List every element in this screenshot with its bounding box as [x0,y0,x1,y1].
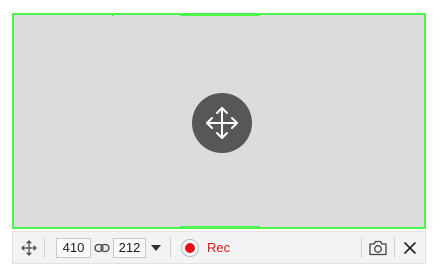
height-input[interactable]: 212 [113,237,146,258]
camera-icon [369,240,387,255]
separator [44,237,45,258]
close-button[interactable] [395,232,425,263]
four-way-arrow-icon [206,107,238,139]
record-dot-icon [181,238,199,257]
separator [170,237,171,258]
record-button[interactable]: Rec [181,232,234,263]
top-resize-handle-left[interactable] [112,13,114,16]
recorder-toolbar: 410 212 Rec [12,231,426,264]
four-way-arrow-icon [20,239,37,256]
drag-toolbar-button[interactable] [13,232,44,263]
caret-down-icon [151,244,161,251]
capture-region[interactable] [12,13,426,229]
move-region-button[interactable] [192,93,252,153]
record-label: Rec [207,240,231,255]
bottom-resize-handle[interactable] [180,226,260,229]
screenshot-button[interactable] [362,232,394,263]
screen-recorder-overlay: 410 212 Rec [0,0,442,279]
chain-link-icon [94,243,110,252]
aspect-lock-button[interactable] [91,232,113,263]
close-x-icon [404,241,416,254]
size-preset-dropdown[interactable] [146,232,166,263]
width-input[interactable]: 410 [56,237,91,258]
top-resize-handle[interactable] [180,13,260,16]
